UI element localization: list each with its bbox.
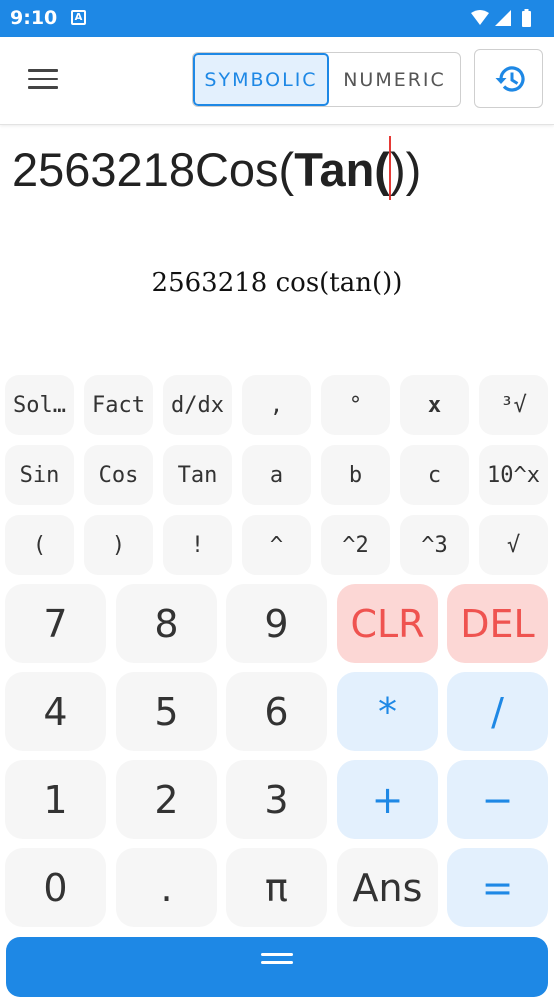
key-2[interactable]: 2 <box>116 760 217 839</box>
subtract-button[interactable]: − <box>447 760 548 839</box>
key-3[interactable]: 3 <box>226 760 327 839</box>
expression-prefix: 2563218Cos( <box>12 143 295 196</box>
add-button[interactable]: + <box>337 760 438 839</box>
key-power[interactable]: ^ <box>242 515 311 575</box>
key-open-paren[interactable]: ( <box>5 515 74 575</box>
expression-after-cursor: )) <box>389 143 422 196</box>
app-bar: SYMBOLIC NUMERIC <box>0 37 554 125</box>
wifi-signal-battery-icons <box>471 9 531 27</box>
status-bar: 9:10 A <box>0 0 554 37</box>
key-ans[interactable]: Ans <box>337 848 438 927</box>
numeric-mode-button[interactable]: NUMERIC <box>329 53 460 106</box>
key-fact[interactable]: Fact <box>84 375 153 435</box>
history-button[interactable] <box>474 49 543 108</box>
key-comma[interactable]: , <box>242 375 311 435</box>
key-b[interactable]: b <box>321 445 390 505</box>
key-cube-root[interactable]: ³√ <box>479 375 548 435</box>
key-square-root[interactable]: √ <box>479 515 548 575</box>
drag-handle-icon <box>261 953 293 967</box>
key-derivative[interactable]: d/dx <box>163 375 232 435</box>
clear-button[interactable]: CLR <box>337 584 438 663</box>
key-ten-power[interactable]: 10^x <box>479 445 548 505</box>
key-factorial[interactable]: ! <box>163 515 232 575</box>
expression-before-cursor: ( <box>374 143 390 196</box>
delete-button[interactable]: DEL <box>447 584 548 663</box>
expression-preview: 2563218 cos(tan()) <box>151 268 403 298</box>
status-time: 9:10 <box>10 7 58 29</box>
battery-icon <box>522 11 531 27</box>
key-9[interactable]: 9 <box>226 584 327 663</box>
wifi-icon <box>471 10 489 25</box>
hamburger-menu-icon[interactable] <box>28 69 58 91</box>
history-icon <box>495 65 525 92</box>
key-degree[interactable]: ° <box>321 375 390 435</box>
equals-button[interactable]: = <box>447 848 548 927</box>
key-cube[interactable]: ^3 <box>400 515 469 575</box>
key-pi[interactable]: π <box>226 848 327 927</box>
divide-button[interactable]: / <box>447 672 548 751</box>
key-decimal[interactable]: . <box>116 848 217 927</box>
key-sin[interactable]: Sin <box>5 445 74 505</box>
key-square[interactable]: ^2 <box>321 515 390 575</box>
key-4[interactable]: 4 <box>5 672 106 751</box>
key-0[interactable]: 0 <box>5 848 106 927</box>
mode-toggle: SYMBOLIC NUMERIC <box>192 52 461 107</box>
key-x[interactable]: x <box>400 375 469 435</box>
notification-icon: A <box>71 10 86 25</box>
key-1[interactable]: 1 <box>5 760 106 839</box>
expression-bold-function: Tan <box>294 143 375 196</box>
key-tan[interactable]: Tan <box>163 445 232 505</box>
key-5[interactable]: 5 <box>116 672 217 751</box>
key-6[interactable]: 6 <box>226 672 327 751</box>
system-icons <box>470 8 542 32</box>
expression-input[interactable]: 2563218Cos(Tan()) <box>12 136 422 200</box>
bottom-drawer-bar[interactable] <box>6 937 548 997</box>
key-a[interactable]: a <box>242 445 311 505</box>
multiply-button[interactable]: * <box>337 672 438 751</box>
key-solve[interactable]: Sol… <box>5 375 74 435</box>
key-cos[interactable]: Cos <box>84 445 153 505</box>
key-7[interactable]: 7 <box>5 584 106 663</box>
key-close-paren[interactable]: ) <box>84 515 153 575</box>
signal-icon <box>495 10 511 26</box>
symbolic-mode-button[interactable]: SYMBOLIC <box>193 53 329 106</box>
key-c[interactable]: c <box>400 445 469 505</box>
key-8[interactable]: 8 <box>116 584 217 663</box>
